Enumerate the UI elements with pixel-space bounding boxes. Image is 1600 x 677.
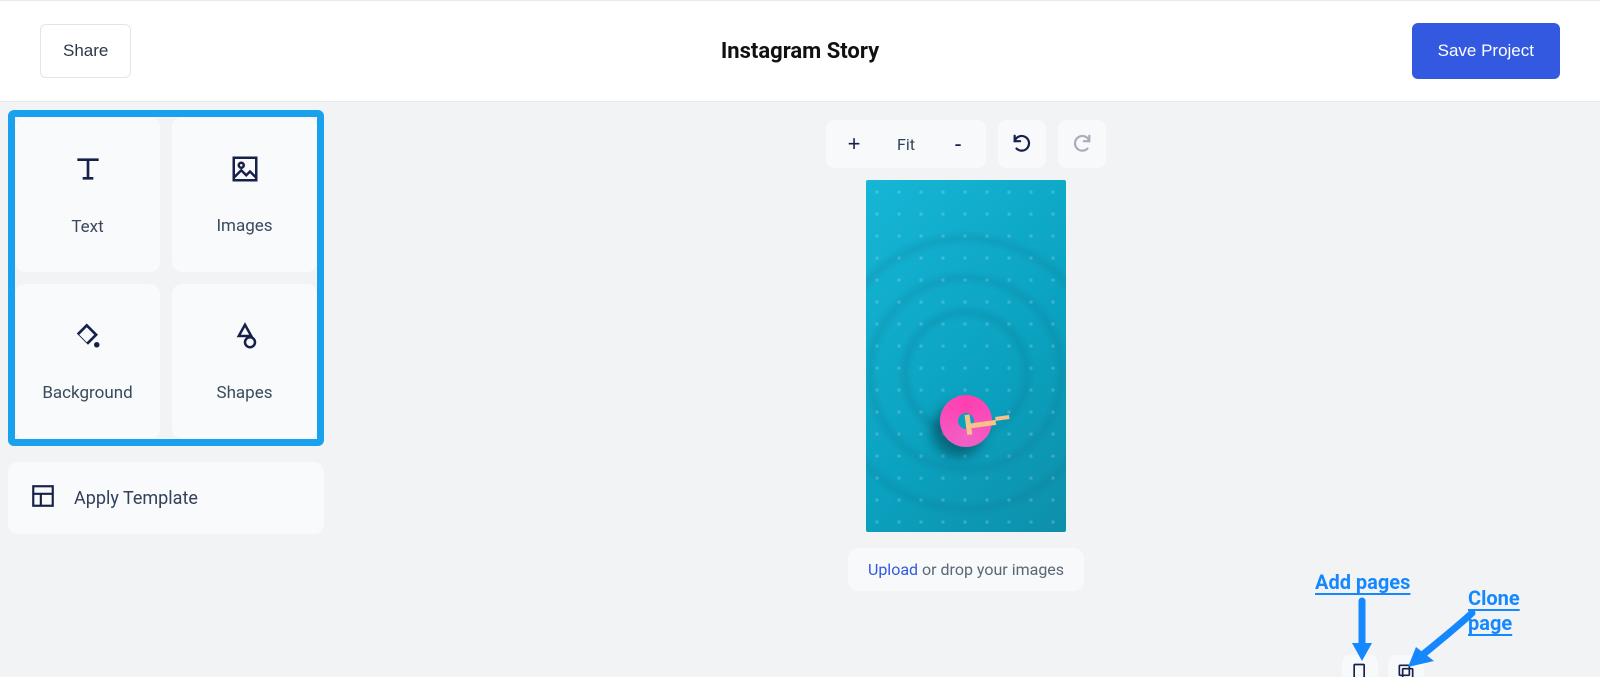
tool-images-label: Images [216, 216, 272, 236]
share-button[interactable]: Share [40, 24, 131, 78]
zoom-in-button[interactable]: + [832, 120, 876, 168]
upload-rest: or drop your images [918, 560, 1064, 579]
page-title: Instagram Story [0, 39, 1600, 64]
redo-icon [1071, 132, 1093, 157]
tool-text[interactable]: Text [15, 117, 160, 272]
paint-bucket-icon [73, 321, 103, 355]
save-project-button[interactable]: Save Project [1412, 23, 1560, 79]
tool-grid: Text Images Background Shapes [8, 110, 324, 446]
shapes-icon [230, 321, 260, 355]
tool-text-label: Text [71, 217, 103, 237]
text-icon [72, 153, 104, 189]
tool-shapes-label: Shapes [216, 383, 272, 403]
zoom-out-button[interactable]: - [936, 120, 980, 168]
sidebar: Text Images Background Shapes [0, 102, 332, 677]
tool-images[interactable]: Images [172, 117, 317, 272]
add-page-button[interactable] [1342, 655, 1378, 677]
annotation-clone-line1: Clone [1468, 586, 1520, 611]
zoom-group: + Fit - [826, 120, 986, 168]
page-actions [1342, 655, 1424, 677]
annotation-add-pages: Add pages [1315, 570, 1410, 594]
upload-dropzone[interactable]: Upload or drop your images [848, 548, 1084, 591]
undo-icon [1011, 132, 1033, 157]
add-page-icon [1350, 662, 1370, 677]
canvas-swimmer [965, 409, 1012, 439]
apply-template-label: Apply Template [74, 488, 198, 509]
clone-page-icon [1396, 662, 1416, 677]
redo-button[interactable] [1058, 120, 1106, 168]
annotation-clone-page: Clone page [1468, 586, 1520, 636]
annotation-clone-line2: page [1468, 611, 1520, 636]
tool-background[interactable]: Background [15, 284, 160, 439]
upload-link[interactable]: Upload [868, 560, 918, 579]
clone-page-button[interactable] [1388, 655, 1424, 677]
template-icon [30, 483, 56, 514]
tool-shapes[interactable]: Shapes [172, 284, 317, 439]
tool-background-label: Background [42, 383, 132, 403]
undo-button[interactable] [998, 120, 1046, 168]
apply-template-button[interactable]: Apply Template [8, 462, 324, 534]
header-bar: Share Instagram Story Save Project [0, 0, 1600, 102]
work-area: Text Images Background Shapes [0, 102, 1600, 677]
zoom-fit-button[interactable]: Fit [876, 135, 936, 154]
design-canvas[interactable] [866, 180, 1066, 532]
canvas-pane: + Fit - Upload or drop your images [332, 102, 1600, 677]
image-icon [230, 154, 260, 188]
zoom-toolbar: + Fit - [826, 120, 1106, 168]
